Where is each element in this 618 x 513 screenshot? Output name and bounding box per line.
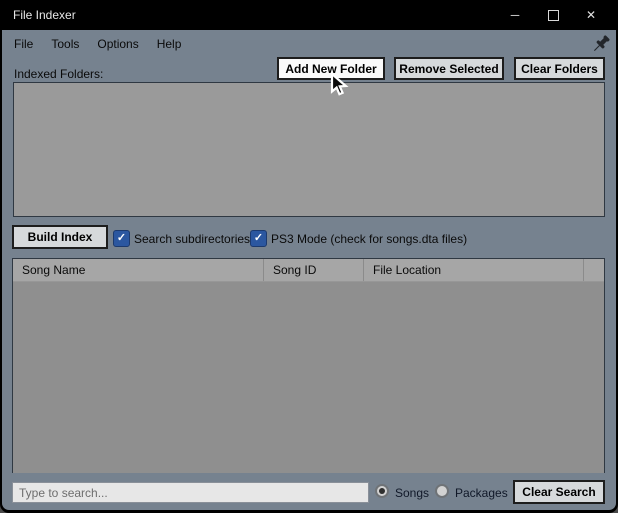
maximize-button[interactable] — [534, 0, 572, 30]
clear-folders-button[interactable]: Clear Folders — [514, 57, 605, 80]
pushpin-icon[interactable] — [589, 31, 613, 57]
maximize-icon — [547, 9, 559, 21]
song-table-body[interactable] — [13, 282, 604, 473]
song-table-header: Song Name Song ID File Location — [13, 259, 604, 282]
song-table: Song Name Song ID File Location — [12, 258, 605, 473]
column-header-file-location[interactable]: File Location — [364, 259, 584, 281]
songs-radio[interactable] — [375, 484, 389, 498]
remove-selected-button[interactable]: Remove Selected — [394, 57, 504, 80]
window-title: File Indexer — [13, 8, 76, 22]
app-window: File Indexer ─ ✕ File Tools Options Help — [0, 0, 618, 513]
minimize-icon: ─ — [510, 8, 520, 22]
client-area: File Tools Options Help Add New Folder R… — [2, 30, 616, 510]
indexed-folders-label: Indexed Folders: — [14, 67, 104, 81]
search-input[interactable] — [12, 482, 369, 503]
close-icon: ✕ — [585, 8, 597, 22]
songs-radio-label[interactable]: Songs — [395, 486, 429, 500]
column-header-song-id[interactable]: Song ID — [264, 259, 364, 281]
close-button[interactable]: ✕ — [572, 0, 610, 30]
indexed-folders-listbox[interactable] — [13, 82, 605, 217]
menu-file[interactable]: File — [14, 37, 33, 51]
ps3-mode-checkbox[interactable] — [250, 230, 267, 247]
window-controls: ─ ✕ — [496, 0, 610, 30]
title-bar: File Indexer ─ ✕ — [0, 0, 618, 30]
build-index-button[interactable]: Build Index — [12, 225, 108, 249]
add-new-folder-button[interactable]: Add New Folder — [277, 57, 385, 80]
menu-help[interactable]: Help — [157, 37, 182, 51]
menu-options[interactable]: Options — [97, 37, 138, 51]
search-subdirectories-label[interactable]: Search subdirectories — [134, 232, 250, 246]
column-header-song-name[interactable]: Song Name — [13, 259, 264, 281]
menu-tools[interactable]: Tools — [51, 37, 79, 51]
packages-radio-label[interactable]: Packages — [455, 486, 508, 500]
search-subdirectories-checkbox[interactable] — [113, 230, 130, 247]
clear-search-button[interactable]: Clear Search — [513, 480, 605, 504]
menu-bar: File Tools Options Help — [2, 30, 616, 57]
ps3-mode-label[interactable]: PS3 Mode (check for songs.dta files) — [271, 232, 467, 246]
column-header-filler — [584, 259, 604, 281]
minimize-button[interactable]: ─ — [496, 0, 534, 30]
packages-radio[interactable] — [435, 484, 449, 498]
